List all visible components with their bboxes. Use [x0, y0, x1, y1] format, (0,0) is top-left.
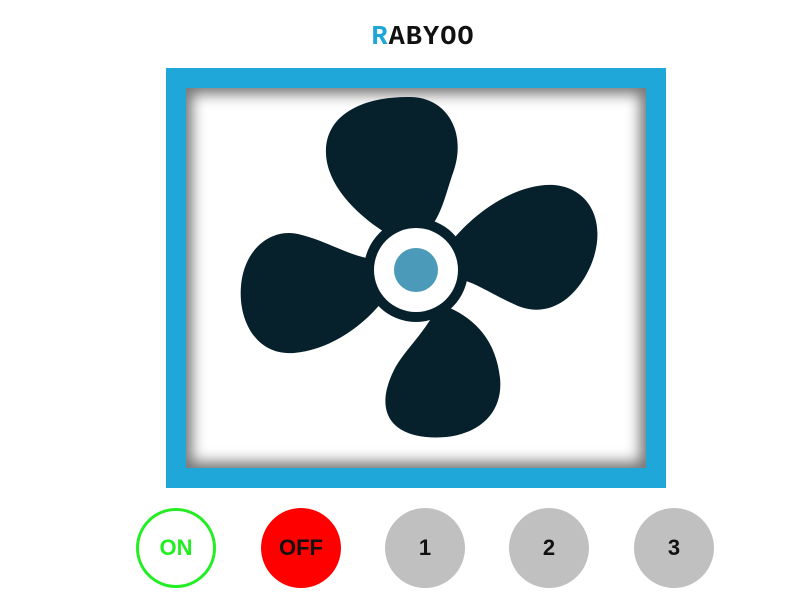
fan-hub-center	[394, 248, 438, 292]
on-button[interactable]: ON	[136, 508, 216, 588]
fan-blade-bottom	[385, 300, 501, 438]
fan-icon	[240, 96, 598, 438]
off-button[interactable]: OFF	[261, 508, 341, 588]
speed-2-button[interactable]: 2	[509, 508, 589, 588]
app-title: RABYOO	[0, 22, 811, 54]
fan-blade-right	[445, 184, 598, 310]
fan-blade-top	[325, 96, 458, 240]
fan-display-frame	[166, 68, 666, 488]
app-title-first-letter: R	[371, 23, 389, 53]
speed-1-button[interactable]: 1	[385, 508, 465, 588]
app-title-rest: ABYOO	[388, 23, 475, 53]
speed-3-button[interactable]: 3	[634, 508, 714, 588]
fan-display-panel	[186, 88, 646, 468]
